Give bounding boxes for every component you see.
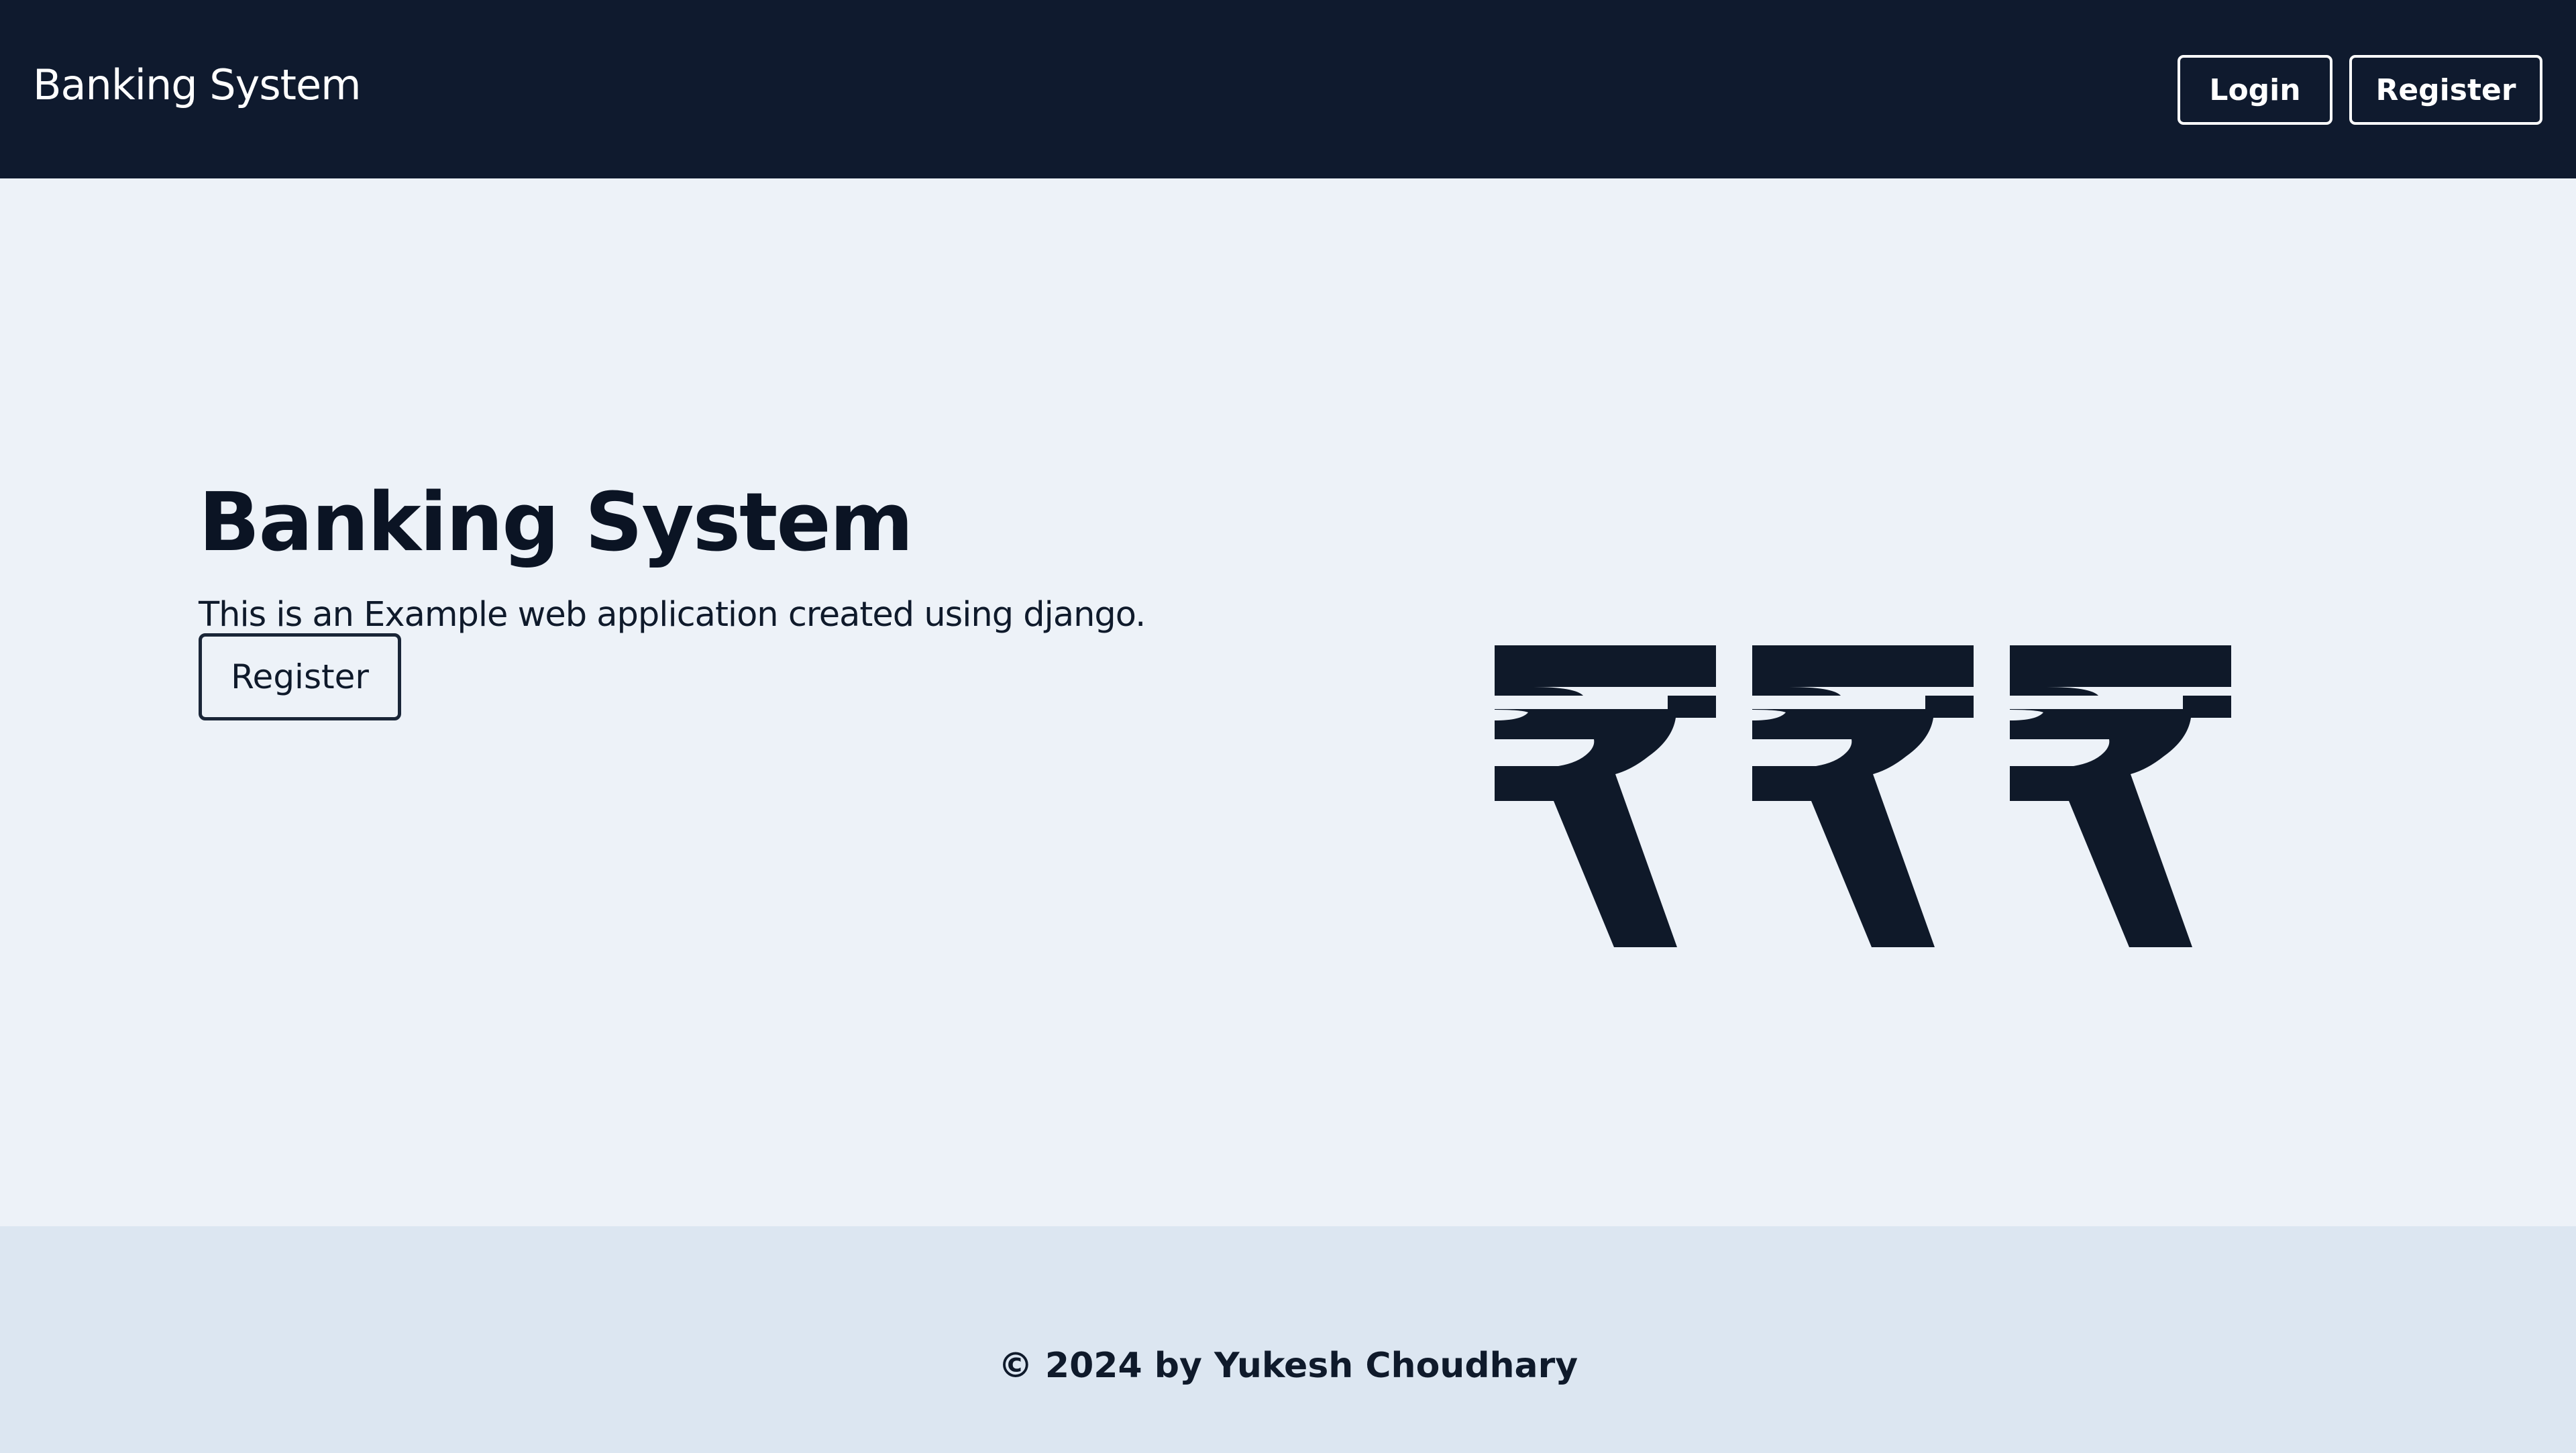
rupee-icon: [1495, 645, 1716, 947]
rupee-icon: [2010, 645, 2231, 947]
footer-copyright: © 2024 by Yukesh Choudhary: [998, 1346, 1578, 1386]
hero-description: This is an Example web application creat…: [199, 595, 1146, 635]
hero-title: Banking System: [199, 476, 914, 570]
navbar-brand[interactable]: Banking System: [33, 64, 362, 106]
rupee-illustration: [1495, 645, 2233, 947]
hero-register-button[interactable]: Register: [199, 633, 401, 720]
rupee-icon: [1752, 645, 1974, 947]
page-footer: [0, 1226, 2576, 1453]
navbar-register-button[interactable]: Register: [2349, 55, 2542, 125]
login-button[interactable]: Login: [2178, 55, 2332, 125]
top-navbar: Banking System Login Register: [0, 0, 2576, 178]
